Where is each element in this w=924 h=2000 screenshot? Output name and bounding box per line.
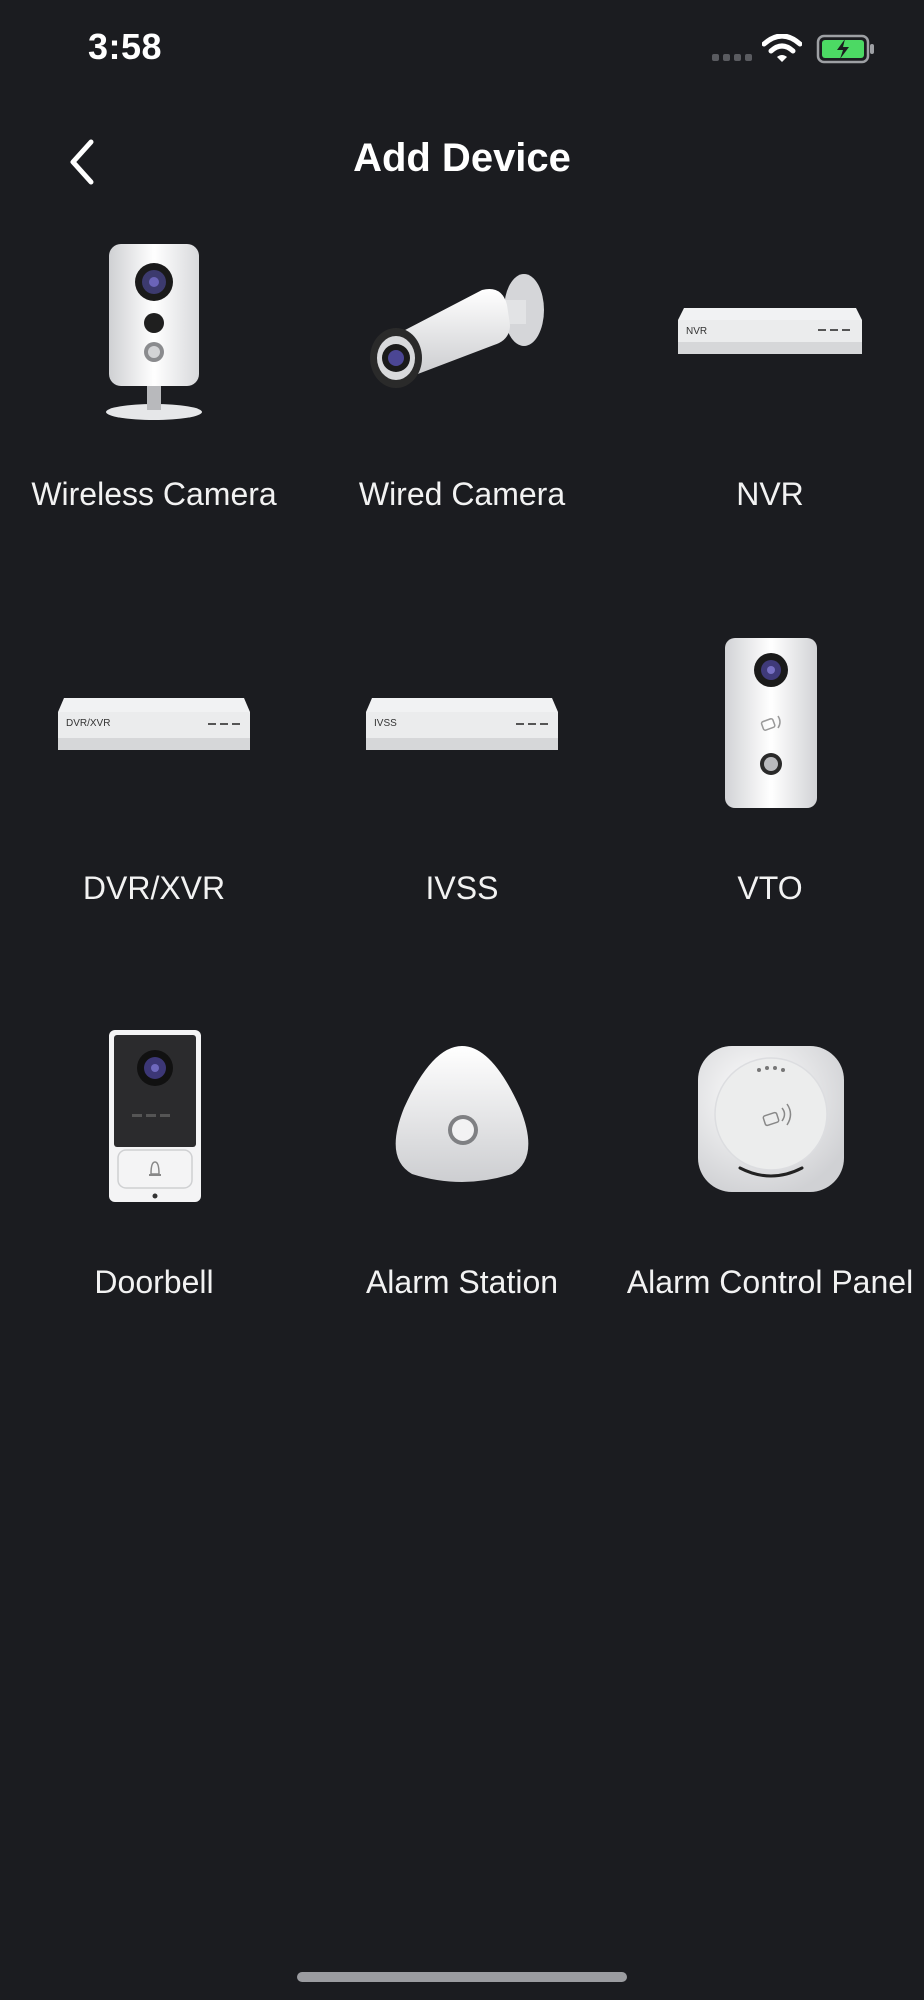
device-label: VTO bbox=[737, 870, 803, 906]
device-tile-alarm-control-panel[interactable]: Alarm Control Panel bbox=[616, 1018, 924, 1412]
device-type-grid: Wireless Camera Wired Camera NVR NVR DVR… bbox=[0, 230, 924, 1412]
bullet-camera-icon bbox=[362, 230, 562, 430]
ivss-badge-text: IVSS bbox=[374, 718, 397, 729]
device-tile-alarm-station[interactable]: Alarm Station bbox=[308, 1018, 616, 1412]
device-label: Alarm Station bbox=[365, 1264, 559, 1300]
nvr-badge-text: NVR bbox=[686, 326, 707, 337]
device-tile-doorbell[interactable]: Doorbell bbox=[0, 1018, 308, 1412]
device-label: Alarm Control Panel bbox=[626, 1264, 914, 1300]
nav-bar: Add Device bbox=[0, 120, 924, 204]
device-label: IVSS bbox=[425, 870, 499, 906]
device-label: NVR bbox=[736, 476, 804, 512]
device-tile-dvr-xvr[interactable]: DVR/XVR DVR/XVR bbox=[0, 624, 308, 1018]
page-title: Add Device bbox=[353, 136, 571, 180]
wifi-icon bbox=[761, 33, 803, 69]
alarm-control-panel-icon bbox=[670, 1018, 870, 1218]
nvr-recorder-icon: NVR bbox=[670, 230, 870, 430]
wireless-camera-icon bbox=[54, 230, 254, 430]
device-label: Wired Camera bbox=[358, 476, 566, 512]
ivss-recorder-icon: IVSS bbox=[362, 624, 562, 824]
cellular-signal-icon bbox=[712, 54, 752, 61]
vto-intercom-icon bbox=[670, 624, 870, 824]
device-tile-vto[interactable]: VTO bbox=[616, 624, 924, 1018]
device-label: DVR/XVR bbox=[82, 870, 226, 906]
device-label: Wireless Camera bbox=[31, 476, 277, 512]
dvr-badge-text: DVR/XVR bbox=[66, 718, 110, 729]
device-tile-wired-camera[interactable]: Wired Camera bbox=[308, 230, 616, 624]
status-bar: 3:58 bbox=[0, 0, 924, 100]
device-tile-nvr[interactable]: NVR NVR bbox=[616, 230, 924, 624]
dvr-recorder-icon: DVR/XVR bbox=[54, 624, 254, 824]
device-tile-wireless-camera[interactable]: Wireless Camera bbox=[0, 230, 308, 624]
alarm-station-icon bbox=[362, 1018, 562, 1218]
doorbell-icon bbox=[54, 1018, 254, 1218]
device-label: Doorbell bbox=[94, 1264, 214, 1300]
device-tile-ivss[interactable]: IVSS IVSS bbox=[308, 624, 616, 1018]
status-time: 3:58 bbox=[88, 26, 163, 67]
home-indicator[interactable] bbox=[297, 1972, 627, 1982]
battery-charging-icon bbox=[816, 34, 876, 69]
